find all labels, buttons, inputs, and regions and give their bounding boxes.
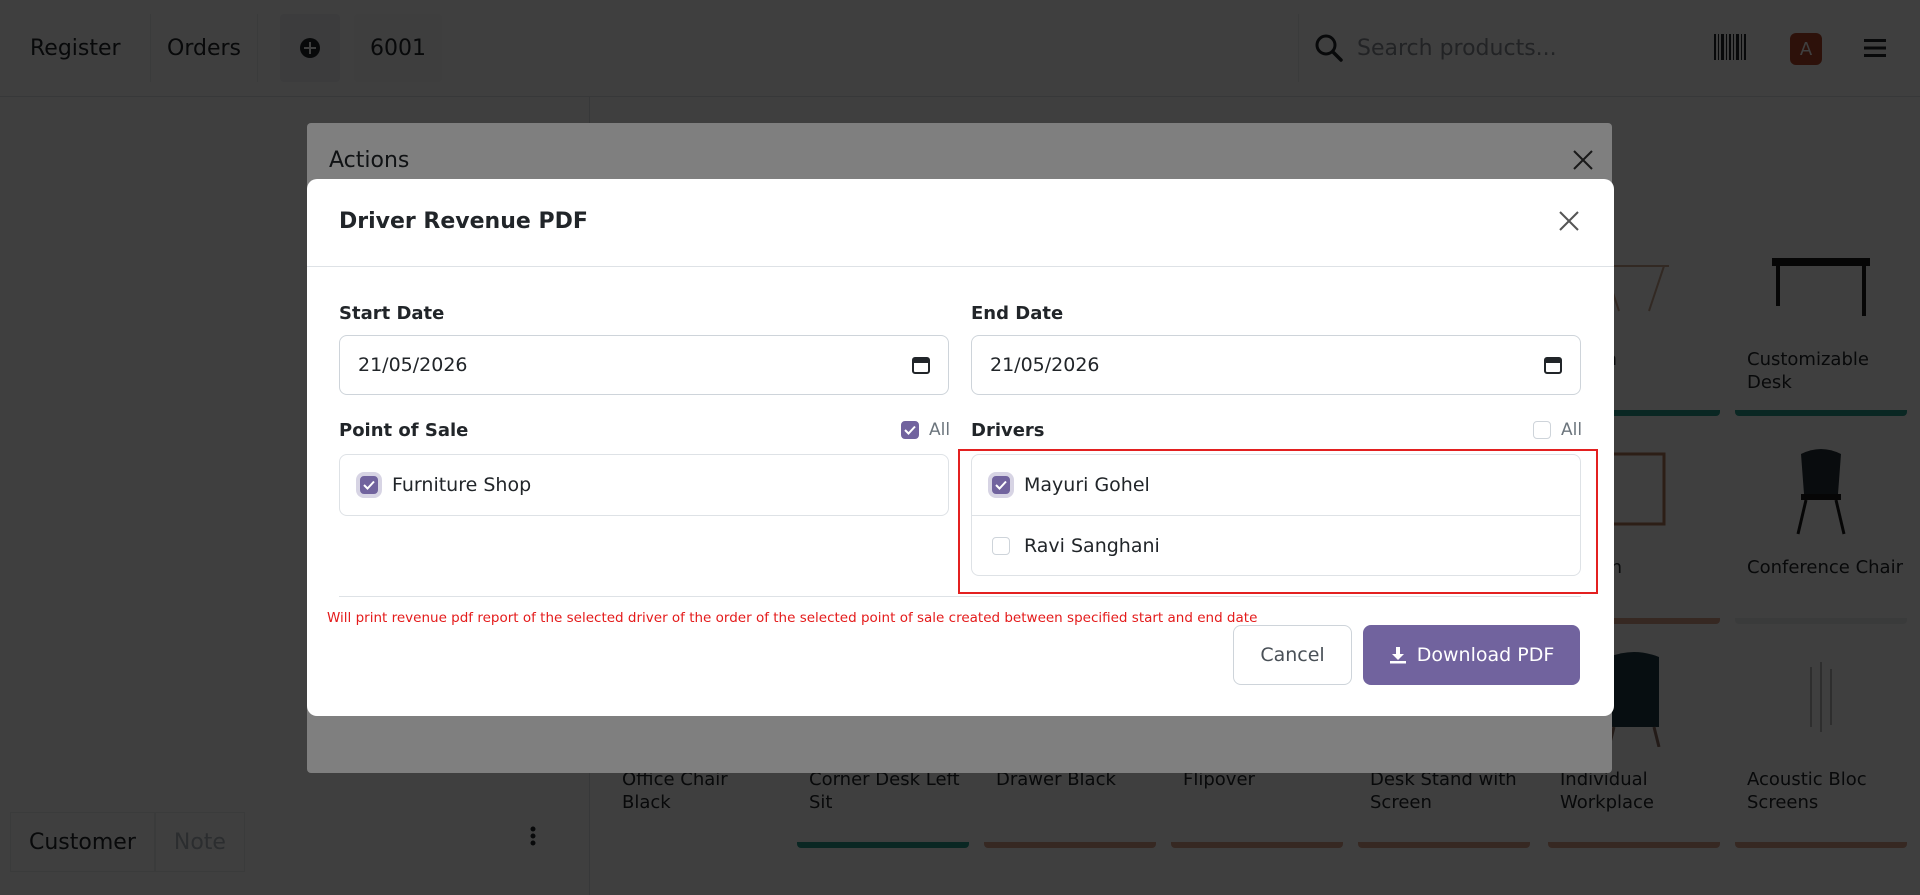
pos-all-label: All	[929, 420, 951, 440]
start-date-input[interactable]: 21/05/2026	[339, 335, 949, 395]
drivers-label: Drivers	[971, 420, 1045, 441]
pos-item-checkbox[interactable]	[360, 476, 378, 494]
report-hint-text: Will print revenue pdf report of the sel…	[327, 610, 1258, 626]
driver-revenue-dialog: Driver Revenue PDF Start Date 21/05/2026…	[307, 179, 1614, 716]
check-icon	[904, 425, 916, 435]
list-item[interactable]: Furniture Shop	[340, 455, 948, 515]
download-pdf-button[interactable]: Download PDF	[1363, 625, 1580, 685]
pos-item-label: Furniture Shop	[392, 474, 532, 496]
pos-all-checkbox[interactable]	[901, 421, 919, 439]
end-date-input[interactable]: 21/05/2026	[971, 335, 1581, 395]
highlight-annotation	[958, 449, 1598, 594]
start-date-value: 21/05/2026	[358, 354, 468, 376]
end-date-value: 21/05/2026	[990, 354, 1100, 376]
end-date-label: End Date	[971, 303, 1064, 324]
divider	[339, 596, 1581, 597]
pos-list: Furniture Shop	[339, 454, 949, 516]
pos-all-toggle[interactable]: All	[901, 420, 950, 440]
check-icon	[363, 480, 375, 490]
download-pdf-label: Download PDF	[1416, 644, 1555, 666]
dialog-title: Driver Revenue PDF	[339, 209, 588, 234]
calendar-icon[interactable]	[1544, 356, 1562, 374]
drivers-all-toggle[interactable]: All	[1533, 420, 1582, 440]
start-date-label: Start Date	[339, 303, 445, 324]
drivers-all-checkbox[interactable]	[1533, 421, 1551, 439]
dialog-header: Driver Revenue PDF	[307, 179, 1614, 267]
calendar-icon[interactable]	[912, 356, 930, 374]
download-icon	[1389, 646, 1407, 664]
drivers-all-label: All	[1561, 420, 1583, 440]
point-of-sale-label: Point of Sale	[339, 420, 469, 441]
close-icon[interactable]	[1557, 209, 1581, 233]
cancel-button[interactable]: Cancel	[1233, 625, 1352, 685]
